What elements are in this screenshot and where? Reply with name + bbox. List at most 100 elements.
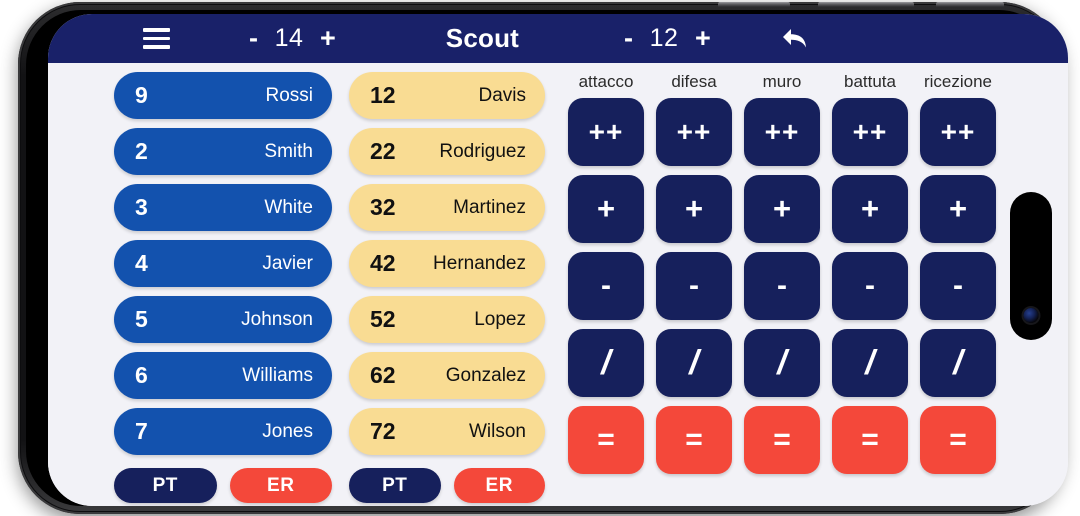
team-actions-blue: PT ER bbox=[114, 468, 332, 503]
player-number: 32 bbox=[370, 194, 396, 220]
skill-button-attacco-double-plus[interactable]: ++ bbox=[568, 98, 644, 166]
skill-header-attacco: attacco bbox=[578, 72, 634, 91]
volume-up-button-hardware[interactable] bbox=[818, 2, 914, 7]
player-row[interactable]: 62 Gonzalez bbox=[349, 352, 545, 399]
player-number: 9 bbox=[135, 82, 148, 108]
skill-column-ricezione: ricezione ++ + - / = bbox=[920, 72, 996, 500]
player-row[interactable]: 12 Davis bbox=[349, 72, 545, 119]
score-left-increment-button[interactable]: + bbox=[320, 25, 336, 52]
player-name: Johnson bbox=[241, 308, 313, 330]
skill-button-difesa-double-plus[interactable]: ++ bbox=[656, 98, 732, 166]
phone-screen: - 14 + Scout - 12 + 9 Rossi 2 Smith 3 Wh… bbox=[48, 14, 1068, 506]
menu-line-1 bbox=[142, 28, 170, 32]
skill-button-muro-double-plus[interactable]: ++ bbox=[744, 98, 820, 166]
volume-down-button-hardware[interactable] bbox=[936, 2, 1004, 7]
player-row[interactable]: 22 Rodriguez bbox=[349, 128, 545, 175]
skill-button-ricezione-slash[interactable]: / bbox=[920, 329, 996, 397]
skill-button-attacco-minus[interactable]: - bbox=[568, 252, 644, 320]
score-left-value: 14 bbox=[274, 24, 304, 52]
error-button-yellow[interactable]: ER bbox=[453, 468, 545, 503]
player-number: 7 bbox=[135, 418, 148, 444]
player-row[interactable]: 5 Johnson bbox=[114, 296, 332, 343]
skill-button-ricezione-plus[interactable]: + bbox=[920, 175, 996, 243]
skill-button-muro-slash[interactable]: / bbox=[744, 329, 820, 397]
skill-button-muro-equals[interactable]: = bbox=[744, 406, 820, 474]
player-name: Martinez bbox=[453, 196, 526, 218]
player-number: 12 bbox=[370, 82, 396, 108]
team-actions-yellow: PT ER bbox=[349, 468, 545, 503]
skill-button-difesa-equals[interactable]: = bbox=[656, 406, 732, 474]
skill-column-battuta: battuta ++ + - / = bbox=[832, 72, 908, 500]
skill-button-ricezione-double-plus[interactable]: ++ bbox=[920, 98, 996, 166]
score-right-increment-button[interactable]: + bbox=[695, 25, 711, 52]
player-row[interactable]: 7 Jones bbox=[114, 408, 332, 455]
score-right-value: 12 bbox=[649, 24, 679, 52]
skill-button-ricezione-equals[interactable]: = bbox=[920, 406, 996, 474]
player-number: 72 bbox=[370, 418, 396, 444]
player-list-blue: 9 Rossi 2 Smith 3 White 4 Javier 5 Johns… bbox=[114, 72, 332, 455]
player-name: Williams bbox=[242, 364, 313, 386]
player-number: 62 bbox=[370, 362, 396, 388]
player-row[interactable]: 32 Martinez bbox=[349, 184, 545, 231]
player-row[interactable]: 42 Hernandez bbox=[349, 240, 545, 287]
dynamic-island bbox=[1010, 192, 1052, 340]
player-number: 42 bbox=[370, 250, 396, 276]
skill-button-battuta-plus[interactable]: + bbox=[832, 175, 908, 243]
app-title: Scout bbox=[445, 23, 520, 53]
skill-column-attacco: attacco ++ + - / = bbox=[568, 72, 644, 500]
skill-button-difesa-slash[interactable]: / bbox=[656, 329, 732, 397]
error-button-blue[interactable]: ER bbox=[229, 468, 332, 503]
skill-header-muro: muro bbox=[762, 72, 802, 91]
skill-button-difesa-minus[interactable]: - bbox=[656, 252, 732, 320]
action-button-hardware[interactable] bbox=[718, 2, 790, 7]
skill-button-muro-minus[interactable]: - bbox=[744, 252, 820, 320]
skill-column-difesa: difesa ++ + - / = bbox=[656, 72, 732, 500]
player-name: Hernandez bbox=[433, 252, 526, 274]
player-number: 52 bbox=[370, 306, 396, 332]
skill-cells-muro: ++ + - / = bbox=[744, 98, 820, 474]
team-column-yellow: 12 Davis 22 Rodriguez 32 Martinez 42 Her… bbox=[349, 72, 545, 503]
point-button-yellow[interactable]: PT bbox=[349, 468, 441, 503]
skill-cells-attacco: ++ + - / = bbox=[568, 98, 644, 474]
skill-button-battuta-slash[interactable]: / bbox=[832, 329, 908, 397]
team-column-blue: 9 Rossi 2 Smith 3 White 4 Javier 5 Johns… bbox=[114, 72, 332, 503]
player-row[interactable]: 52 Lopez bbox=[349, 296, 545, 343]
player-name: Wilson bbox=[468, 420, 526, 442]
player-name: Davis bbox=[478, 84, 526, 106]
skill-button-attacco-plus[interactable]: + bbox=[568, 175, 644, 243]
player-name: Jones bbox=[262, 420, 313, 442]
player-name: Gonzalez bbox=[445, 364, 526, 386]
score-left-decrement-button[interactable]: - bbox=[249, 25, 258, 52]
main-content: 9 Rossi 2 Smith 3 White 4 Javier 5 Johns… bbox=[48, 63, 1068, 506]
front-camera-icon bbox=[1023, 308, 1039, 323]
undo-arrow-icon[interactable] bbox=[771, 22, 815, 56]
skill-button-difesa-plus[interactable]: + bbox=[656, 175, 732, 243]
hamburger-menu-icon[interactable] bbox=[133, 20, 179, 58]
skill-cells-ricezione: ++ + - / = bbox=[920, 98, 996, 474]
skill-header-difesa: difesa bbox=[671, 72, 717, 91]
skill-button-battuta-double-plus[interactable]: ++ bbox=[832, 98, 908, 166]
skill-button-ricezione-minus[interactable]: - bbox=[920, 252, 996, 320]
player-name: Rossi bbox=[265, 84, 313, 106]
player-row[interactable]: 4 Javier bbox=[114, 240, 332, 287]
app-bar: - 14 + Scout - 12 + bbox=[48, 14, 1068, 63]
skill-button-muro-plus[interactable]: + bbox=[744, 175, 820, 243]
player-row[interactable]: 9 Rossi bbox=[114, 72, 332, 119]
player-row[interactable]: 6 Williams bbox=[114, 352, 332, 399]
player-number: 22 bbox=[370, 138, 396, 164]
player-row[interactable]: 72 Wilson bbox=[349, 408, 545, 455]
skill-button-attacco-equals[interactable]: = bbox=[568, 406, 644, 474]
score-stepper-left: - 14 + bbox=[249, 24, 336, 53]
skill-button-battuta-equals[interactable]: = bbox=[832, 406, 908, 474]
point-button-blue[interactable]: PT bbox=[114, 468, 217, 503]
player-number: 6 bbox=[135, 362, 148, 388]
player-row[interactable]: 2 Smith bbox=[114, 128, 332, 175]
player-number: 5 bbox=[135, 306, 148, 332]
player-name: White bbox=[264, 196, 313, 218]
player-number: 3 bbox=[135, 194, 148, 220]
score-right-decrement-button[interactable]: - bbox=[624, 25, 633, 52]
skill-cells-difesa: ++ + - / = bbox=[656, 98, 732, 474]
skill-button-attacco-slash[interactable]: / bbox=[568, 329, 644, 397]
player-row[interactable]: 3 White bbox=[114, 184, 332, 231]
skill-button-battuta-minus[interactable]: - bbox=[832, 252, 908, 320]
